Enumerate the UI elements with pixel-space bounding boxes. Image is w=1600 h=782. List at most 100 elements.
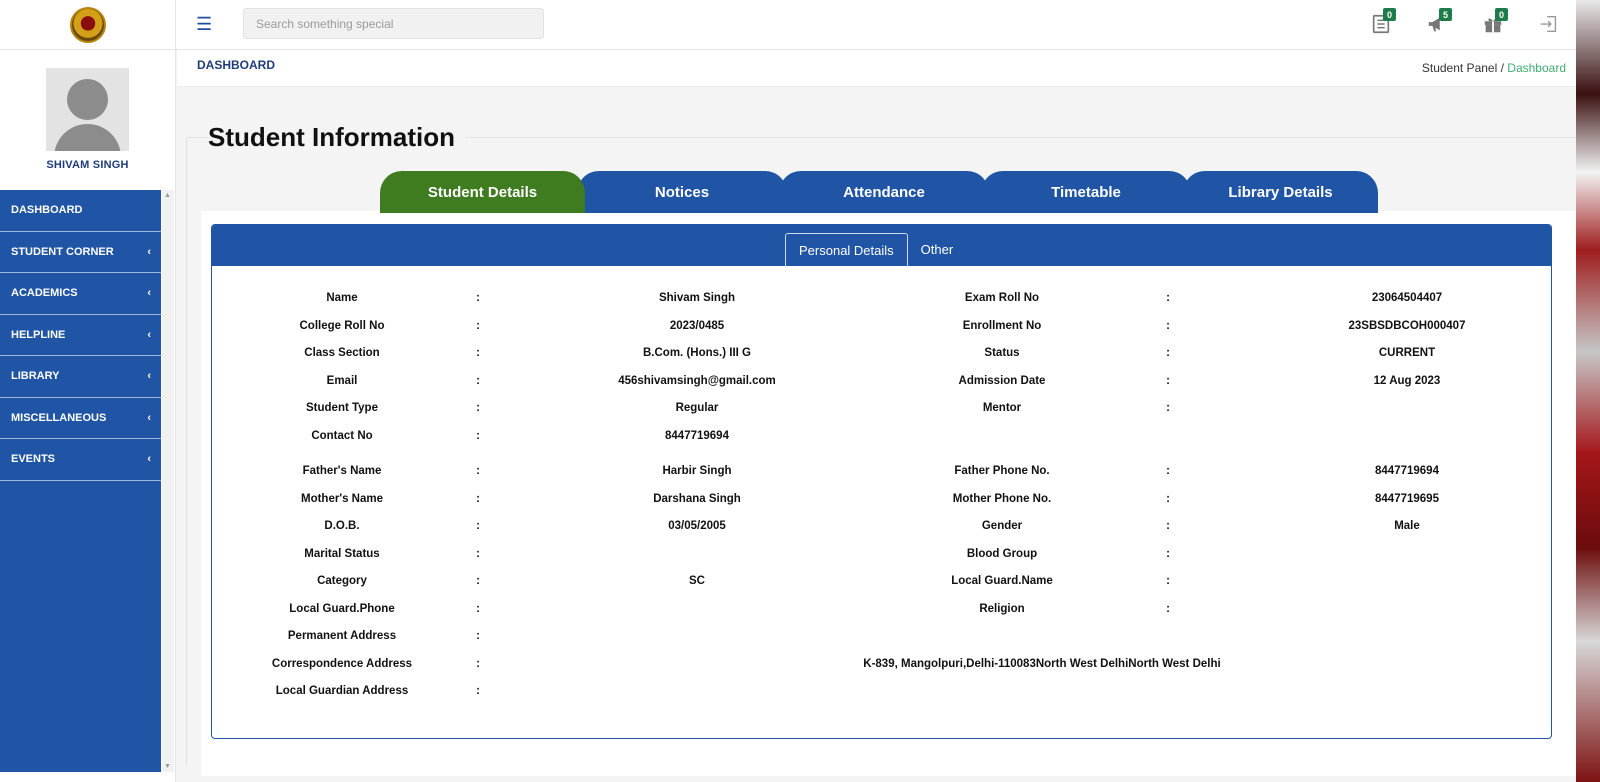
detail-row: College Roll No: 2023/0485 Enrollment No: 2… (212, 320, 1553, 340)
page-title: DASHBOARD (197, 58, 275, 72)
tab-other[interactable]: Other (908, 233, 967, 266)
breadcrumb: Student Panel / Dashboard (1422, 61, 1566, 75)
detail-separator: : (1166, 402, 1170, 414)
sidebar-item-label: STUDENT CORNER (11, 245, 114, 258)
detail-label: Email (326, 375, 358, 387)
detail-label: College Roll No (299, 320, 385, 332)
detail-separator: : (1166, 575, 1170, 587)
detail-separator: : (1166, 493, 1170, 505)
sidebar-item-label: LIBRARY (11, 370, 60, 383)
detail-row: Contact No: 8447719694 (212, 430, 1553, 450)
detail-separator: : (476, 292, 480, 304)
detail-value: 456shivamsingh@gmail.com (618, 375, 776, 387)
detail-row: Email: 456shivamsingh@gmail.com Admission … (212, 375, 1553, 395)
sidebar-item-label: DASHBOARD (11, 204, 83, 217)
sidebar-item-dashboard[interactable]: DASHBOARD (0, 190, 161, 232)
detail-value: SC (689, 575, 705, 587)
sidebar-item-library[interactable]: LIBRARY ‹ (0, 356, 161, 398)
detail-value: Regular (675, 402, 719, 414)
background-edge (1576, 0, 1600, 782)
scroll-up-icon[interactable]: ▲ (164, 192, 171, 199)
detail-row: Marital Status: Blood Group: (212, 548, 1553, 568)
detail-row: Category: SC Local Guard.Name: (212, 575, 1553, 595)
detail-value: Shivam Singh (658, 292, 736, 304)
search-input[interactable] (243, 8, 544, 39)
detail-label: Gender (981, 520, 1023, 532)
address-label: Correspondence Address (271, 658, 413, 670)
detail-label: Contact No (311, 430, 373, 442)
address-row: Correspondence Address: K-839, Mangolpuri… (212, 658, 1553, 678)
detail-separator: : (476, 548, 480, 560)
chevron-left-icon: ‹ (147, 287, 151, 300)
detail-separator: : (476, 685, 480, 697)
details-card: Personal Details Other Name: Shivam Singh… (211, 224, 1552, 739)
chevron-left-icon: ‹ (147, 453, 151, 466)
detail-label: Name (326, 292, 358, 304)
detail-separator: : (476, 430, 480, 442)
top-icons: 0 5 0 (1366, 8, 1564, 38)
detail-separator: : (1166, 320, 1170, 332)
breadcrumb-current: Dashboard (1507, 61, 1566, 75)
avatar (46, 68, 129, 151)
detail-value: 8447719695 (1375, 493, 1439, 505)
detail-label: Mother's Name (301, 493, 383, 505)
detail-separator: : (476, 658, 480, 670)
tab-timetable[interactable]: Timetable (981, 171, 1191, 213)
tab-personal-details[interactable]: Personal Details (785, 233, 908, 266)
college-logo[interactable] (69, 7, 106, 43)
detail-separator: : (1166, 548, 1170, 560)
address-label: Permanent Address (287, 630, 397, 642)
main-tabs: Student Details Notices Attendance Timet… (380, 171, 1378, 213)
detail-row: Student Type: Regular Mentor: (212, 402, 1553, 422)
top-bar: ☰ 0 5 0 (0, 0, 1576, 50)
detail-separator: : (476, 630, 480, 642)
sidebar-item-helpline[interactable]: HELPLINE ‹ (0, 315, 161, 356)
sidebar-scrollbar[interactable]: ▲ ▼ (162, 190, 174, 772)
sidebar-item-student-corner[interactable]: STUDENT CORNER ‹ (0, 232, 161, 273)
profile-name: SHIVAM SINGH (46, 159, 129, 171)
sub-tabs: Personal Details Other (785, 233, 966, 266)
gift-icon[interactable]: 0 (1478, 8, 1508, 38)
detail-value: CURRENT (1378, 347, 1436, 359)
chevron-left-icon: ‹ (147, 411, 151, 424)
detail-separator: : (476, 520, 480, 532)
detail-label: Religion (979, 603, 1025, 615)
profile-block: SHIVAM SINGH (0, 50, 175, 190)
detail-row: Local Guard.Phone: Religion: (212, 603, 1553, 623)
sidebar-item-events[interactable]: EVENTS ‹ (0, 439, 161, 481)
detail-value: 8447719694 (665, 430, 729, 442)
chevron-left-icon: ‹ (147, 370, 151, 383)
detail-row: Name: Shivam Singh Exam Roll No: 2306450440… (212, 292, 1553, 312)
detail-value: 23064504407 (1371, 292, 1443, 304)
scroll-down-icon[interactable]: ▼ (164, 763, 171, 770)
tab-library-details[interactable]: Library Details (1183, 171, 1378, 213)
logo-area (0, 0, 176, 50)
hamburger-menu-icon[interactable]: ☰ (196, 14, 212, 35)
detail-label: Category (317, 575, 367, 587)
sidebar-item-miscellaneous[interactable]: MISCELLANEOUS ‹ (0, 398, 161, 439)
list-icon[interactable]: 0 (1366, 8, 1396, 38)
detail-value: B.Com. (Hons.) III G (643, 347, 751, 359)
detail-separator: : (1166, 465, 1170, 477)
section-title: Student Information (208, 122, 465, 153)
detail-separator: : (1166, 520, 1170, 532)
detail-label: Enrollment No (962, 320, 1042, 332)
detail-separator: : (476, 465, 480, 477)
sidebar-item-academics[interactable]: ACADEMICS ‹ (0, 273, 161, 315)
detail-label: Father's Name (302, 465, 382, 477)
chevron-left-icon: ‹ (147, 245, 151, 258)
tab-attendance[interactable]: Attendance (779, 171, 989, 213)
sidebar-item-label: EVENTS (11, 453, 56, 466)
logout-icon[interactable] (1534, 10, 1564, 38)
tab-student-details[interactable]: Student Details (380, 171, 585, 213)
breadcrumb-parent[interactable]: Student Panel (1422, 61, 1497, 75)
address-row: Permanent Address: (212, 630, 1553, 650)
detail-value: 23SBSDBCOH000407 (1348, 320, 1466, 332)
detail-label: Marital Status (304, 548, 380, 560)
megaphone-icon[interactable]: 5 (1422, 8, 1452, 38)
notification-badge: 5 (1439, 8, 1452, 21)
detail-value: Male (1394, 520, 1420, 532)
address-label: Local Guardian Address (275, 685, 409, 697)
address-value: K-839, Mangolpuri,Delhi-110083North West… (863, 658, 1221, 670)
tab-notices[interactable]: Notices (577, 171, 787, 213)
